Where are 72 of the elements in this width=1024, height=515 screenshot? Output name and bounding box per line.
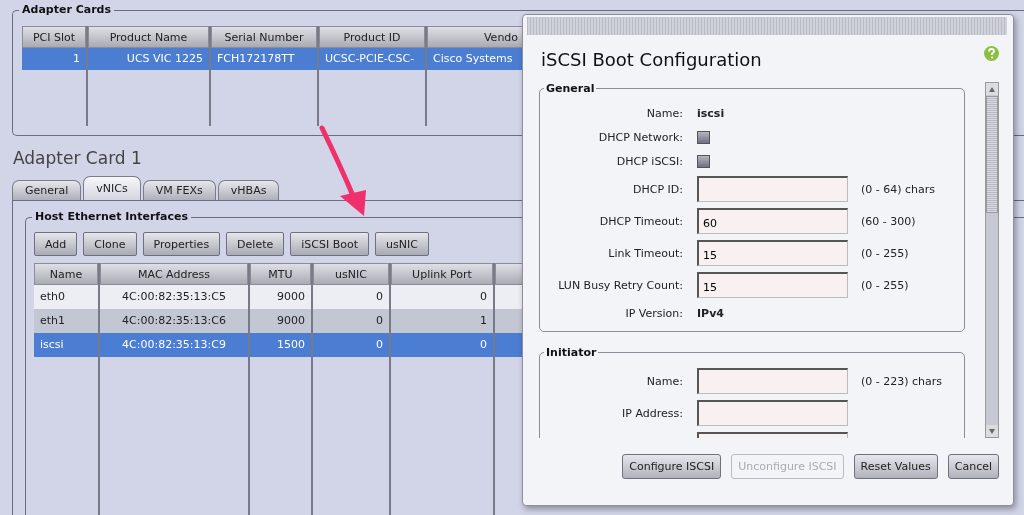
table-cell: 1 [391,309,493,333]
tab[interactable]: General [12,180,82,200]
column-header[interactable]: usNIC [313,263,389,285]
checkbox[interactable] [697,154,710,168]
table-cell: eth0 [34,285,98,309]
toolbar-button[interactable]: iSCSI Boot [290,232,370,256]
table-cell: 0 [313,285,389,309]
scrollbar[interactable] [985,82,999,438]
toolbar-button[interactable]: usNIC [375,232,429,256]
range-hint: (0 - 223) chars [861,374,943,388]
table-cell: 9000 [250,309,311,333]
input-field[interactable]: 15 [697,272,848,298]
toolbar-button[interactable]: Delete [226,232,285,256]
table-cell: 4C:00:82:35:13:C9 [100,333,248,357]
column-header[interactable]: MTU [250,263,311,285]
column-header[interactable]: PCI Slot [22,26,86,48]
input-field[interactable] [697,368,848,394]
column-header[interactable]: Product ID [319,26,425,48]
table-cell: 4C:00:82:35:13:C6 [100,309,248,333]
column-header[interactable]: Product Name [88,26,209,48]
field-label: IP Version: [625,306,683,320]
table-cell: 4C:00:82:35:13:C5 [100,285,248,309]
column-header[interactable]: Uplink Port [391,263,493,285]
field-label: Name: [646,374,683,388]
table-cell: FCH172178TT [211,48,317,70]
field-label: DHCP ID: [633,182,683,196]
table-cell: eth1 [34,309,98,333]
toolbar-button[interactable]: Clone [83,232,137,256]
group-title: General [545,82,596,95]
input-field[interactable] [697,176,848,202]
group-title: Adapter Cards [19,3,114,16]
field-value: IPv4 [697,306,724,320]
group-title: Initiator [545,346,598,359]
range-hint: (60 - 300) [861,214,916,228]
range-hint: (0 - 64) chars [861,182,936,196]
checkbox[interactable] [697,130,710,144]
table-cell: 0 [391,333,493,357]
dialog-button[interactable]: Configure ISCSI [622,454,722,479]
table-cell: 0 [313,333,389,357]
range-hint: (0 - 255) [861,246,909,260]
section-heading: Adapter Card 1 [13,148,142,168]
field-label: Name: [646,106,683,120]
tab[interactable]: vNICs [83,176,141,200]
range-hint: (0 - 255) [861,278,909,292]
table-cell: 9000 [250,285,311,309]
field-value: iscsi [697,106,725,120]
field-label: DHCP Timeout: [599,214,683,228]
field-label: DHCP Network: [598,130,683,144]
toolbar-button[interactable]: Add [34,232,78,256]
dialog-button[interactable]: Reset Values [853,454,938,479]
column-header[interactable]: Name [34,263,98,285]
column-header[interactable]: MAC Address [100,263,248,285]
field-label: Link Timeout: [608,246,683,260]
table-cell: 1500 [250,333,311,357]
input-field[interactable] [697,400,848,426]
column-header[interactable]: Serial Number [211,26,317,48]
field-label: DHCP iSCSI: [616,154,683,168]
table-cell: 0 [313,309,389,333]
tab[interactable]: vHBAs [217,180,280,200]
table-cell: 0 [391,285,493,309]
table-cell: UCS VIC 1225 [88,48,209,70]
table-cell: 1 [22,48,86,70]
dialog-button[interactable]: Cancel [947,454,999,479]
input-field[interactable]: 60 [697,208,848,234]
field-label: LUN Busy Retry Count: [558,278,683,292]
table-cell: iscsi [34,333,98,357]
tab[interactable]: VM FEXs [142,180,216,200]
field-label: IP Address: [622,406,683,420]
toolbar-button[interactable]: Properties [142,232,221,256]
input-field[interactable]: 15 [697,240,848,266]
table-cell: UCSC-PCIE-CSC- [319,48,425,70]
group-title: Host Ethernet Interfaces [32,210,192,223]
